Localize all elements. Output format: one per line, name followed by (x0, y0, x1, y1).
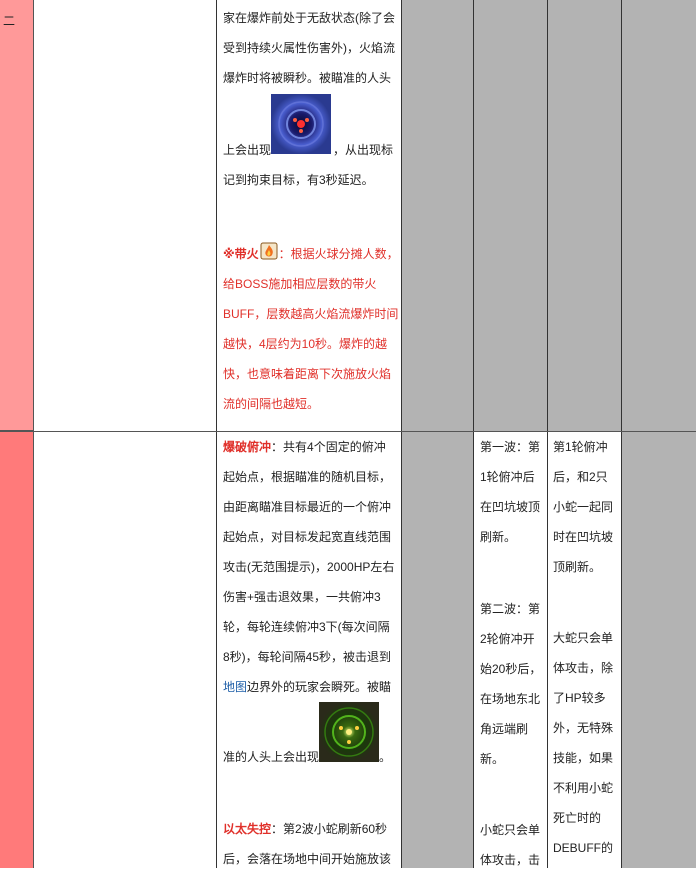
ether-title-suffix: ：第2波小蛇刷新60秒 (271, 822, 388, 836)
note-line-3: 小蛇一起同 (553, 500, 614, 514)
wave-line-1: 第一波：第 (480, 440, 541, 454)
note-line-11: 技能，如果 (553, 751, 614, 765)
dive-title-suffix: ：共有4个固定的俯冲 (271, 440, 386, 454)
dive-icon-line-suffix: 。 (379, 750, 392, 764)
row-label-cell-top: 二 (0, 0, 34, 431)
fire-buff-icon (260, 241, 278, 260)
dive-title: 爆破俯冲 (223, 440, 272, 454)
note-line-14: DEBUFF的 (553, 841, 614, 855)
top-line-1: 家在爆炸前处于无敌状态(除了会 (223, 11, 395, 25)
gray-column-1 (402, 0, 474, 868)
wave-line-14: 体攻击，击 (480, 853, 541, 867)
red-line-3: 越快，4层约为10秒。爆炸的越 (223, 337, 388, 351)
note-line-9: 了HP较多 (553, 691, 606, 705)
note-line-4: 时在凹坑坡 (553, 530, 614, 544)
wave-line-7: 2轮俯冲开 (480, 632, 535, 646)
wave-line-6: 第二波：第 (480, 602, 541, 616)
wave-line-3: 在凹坑坡顶 (480, 500, 541, 514)
note-line-13: 死亡时的 (553, 811, 602, 825)
gray-cell-top-3 (548, 0, 622, 431)
wave-line-10: 角远端刷 (480, 722, 529, 736)
dive-line-5: 伤害+强击退效果，一共俯冲3 (223, 590, 381, 604)
top-line-2: 受到持续火属性伤害外)，火焰流 (223, 41, 395, 55)
wave-line-8: 始20秒后， (480, 662, 542, 676)
dive-line-3: 起始点，对目标发起宽直线范围 (223, 530, 392, 544)
map-line: 地图边界外的玩家会瞬死。被瞄 (223, 672, 391, 702)
empty-column (34, 0, 217, 868)
note-line-5: 顶刷新。 (553, 560, 602, 574)
dive-line-6: 轮，每轮连续俯冲3下(每次间隔 (223, 620, 390, 634)
wave-line-9: 在场地东北 (480, 692, 541, 706)
dive-line-2: 由距离瞄准目标最近的一个俯冲 (223, 500, 392, 514)
top-icon-line: 上会出现 ，从出现标 (223, 135, 393, 165)
wave-line-13: 小蛇只会单 (480, 823, 541, 837)
map-line-suffix: 边界外的玩家会瞬死。被瞄 (247, 680, 392, 694)
red-line-1: 给BOSS施加相应层数的带火 (223, 277, 377, 291)
gray-column-4 (622, 0, 696, 868)
red-line-5: 流的间隔也越短。 (223, 397, 320, 411)
row-label-cell-bottom (0, 431, 34, 868)
red-line-4: 快，也意味着距离下次施放火焰 (223, 367, 392, 381)
dive-line-4: 攻击(无范围提示)，2000HP左右 (223, 560, 395, 574)
dive-line-7: 8秒)，每轮间隔45秒，被击退到 (223, 650, 392, 664)
note-line-8: 体攻击，除 (553, 661, 614, 675)
label-column: 二 (0, 0, 34, 868)
wave-line-4: 刷新。 (480, 530, 517, 544)
note-line-10: 外，无特殊 (553, 721, 614, 735)
wave-line-11: 新。 (480, 752, 505, 766)
icon-line-suffix: ，从出现标 (333, 143, 394, 157)
note-line-2: 后，和2只 (553, 470, 608, 484)
dive-title-line: 爆破俯冲：共有4个固定的俯冲 (223, 432, 386, 462)
gray-cell-top-2 (474, 0, 548, 431)
note-line-1: 第1轮俯冲 (553, 440, 608, 454)
dive-line-1: 起始点，根据瞄准的随机目标， (223, 470, 392, 484)
ether-title-line: 以太失控：第2波小蛇刷新60秒 (223, 814, 387, 844)
ether-title: 以太失控 (223, 822, 272, 836)
fire-buff-title-suffix: ：根据火球分摊人数， (278, 247, 399, 261)
dive-icon-line-prefix: 准的人头上会出现 (223, 750, 320, 764)
note-line-12: 不利用小蛇 (553, 781, 614, 795)
top-line-after-icon: 记到拘束目标，有3秒延迟。 (223, 173, 374, 187)
map-link[interactable]: 地图 (223, 680, 247, 694)
row-label: 二 (3, 14, 16, 28)
red-line-2: BUFF，层数越高火焰流爆炸时间 (223, 307, 399, 321)
ether-last-line: 后，会落在场地中间开始施放该 (223, 852, 392, 866)
fire-buff-title: ※带火 (223, 247, 259, 261)
fire-buff-line: ※带火 ：根据火球分摊人数， (223, 239, 399, 269)
dive-icon-line: 准的人头上会出现 。 (223, 742, 391, 772)
icon-line-prefix: 上会出现 (223, 143, 272, 157)
wave-line-2: 1轮俯冲后 (480, 470, 535, 484)
top-line-3: 爆炸时将被瞬秒。被瞄准的人头 (223, 71, 392, 85)
note-line-7: 大蛇只会单 (553, 631, 614, 645)
